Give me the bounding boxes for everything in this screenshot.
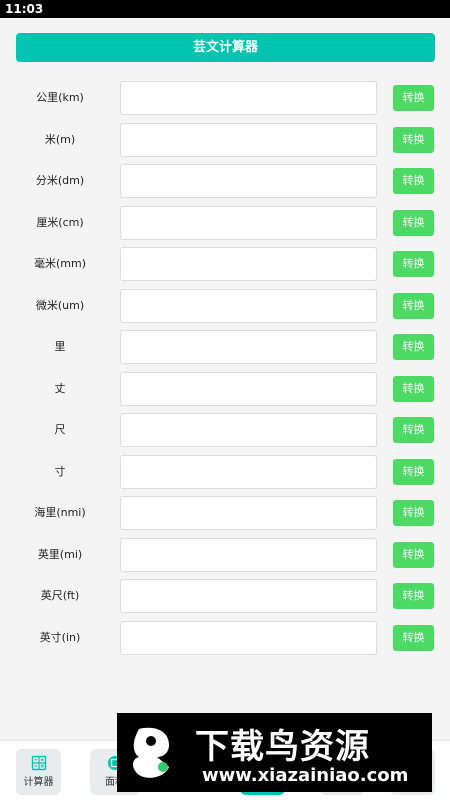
convert-button[interactable]: 转换 xyxy=(393,292,434,319)
unit-value-input[interactable] xyxy=(120,454,377,489)
convert-button[interactable]: 转换 xyxy=(393,500,434,526)
unit-row-chi: 尺 转换 xyxy=(0,413,450,455)
unit-value-input[interactable] xyxy=(120,164,377,198)
bird-logo-icon xyxy=(133,727,169,778)
unit-label: 海里(nmi) xyxy=(34,506,86,519)
unit-label: 尺 xyxy=(54,423,66,436)
convert-button[interactable]: 转换 xyxy=(393,251,434,277)
watermark-banner: 下载鸟资源 www.xiazainiao.com xyxy=(117,713,432,792)
convert-button[interactable]: 转换 xyxy=(393,417,434,443)
nav-tab-label: 计算器 xyxy=(23,777,54,788)
unit-label: 公里(km) xyxy=(36,91,84,104)
nav-tab-calculator[interactable]: 计算器 xyxy=(16,749,61,795)
unit-row-m: 米(m) 转换 xyxy=(0,122,450,165)
unit-row-um: 微米(um) 转换 xyxy=(0,288,450,331)
status-bar: 11:03 xyxy=(0,0,450,18)
convert-button[interactable]: 转换 xyxy=(393,209,434,236)
unit-label: 微米(um) xyxy=(35,298,85,312)
unit-value-input[interactable] xyxy=(120,288,377,323)
convert-button[interactable]: 转换 xyxy=(393,334,434,360)
convert-button[interactable]: 转换 xyxy=(393,85,434,111)
unit-row-nmi: 海里(nmi) 转换 xyxy=(0,496,450,538)
unit-row-cun: 寸 转换 xyxy=(0,454,450,497)
convert-button[interactable]: 转换 xyxy=(393,583,434,609)
unit-value-input[interactable] xyxy=(120,413,377,447)
unit-label: 分米(dm) xyxy=(35,174,85,187)
convert-button[interactable]: 转换 xyxy=(393,168,434,194)
unit-label: 英尺(ft) xyxy=(40,589,80,602)
calculator-icon xyxy=(31,755,46,771)
unit-value-input[interactable] xyxy=(120,496,377,530)
unit-row-zhang: 丈 转换 xyxy=(0,371,450,414)
unit-row-dm: 分米(dm) 转换 xyxy=(0,164,450,206)
unit-row-li: 里 转换 xyxy=(0,330,450,372)
unit-value-input[interactable] xyxy=(120,330,377,364)
unit-value-input[interactable] xyxy=(120,537,377,572)
unit-row-mi: 英里(mi) 转换 xyxy=(0,537,450,580)
convert-button[interactable]: 转换 xyxy=(393,126,434,153)
convert-button[interactable]: 转换 xyxy=(393,458,434,485)
unit-row-cm: 厘米(cm) 转换 xyxy=(0,205,450,248)
unit-value-input[interactable] xyxy=(120,620,377,655)
unit-label: 丈 xyxy=(54,381,66,395)
unit-label: 厘米(cm) xyxy=(36,215,84,229)
watermark-title: 下载鸟资源 xyxy=(195,727,370,767)
unit-value-input[interactable] xyxy=(120,371,377,406)
unit-row-km: 公里(km) 转换 xyxy=(0,81,450,123)
watermark-url: www.xiazainiao.com xyxy=(202,765,409,786)
convert-button[interactable]: 转换 xyxy=(393,541,434,568)
convert-button[interactable]: 转换 xyxy=(393,624,434,651)
unit-row-ft: 英尺(ft) 转换 xyxy=(0,579,450,621)
unit-label: 米(m) xyxy=(44,132,76,146)
unit-value-input[interactable] xyxy=(120,579,377,613)
unit-value-input[interactable] xyxy=(120,81,377,115)
unit-label: 毫米(mm) xyxy=(33,257,86,270)
unit-value-input[interactable] xyxy=(120,122,377,157)
app-title: 芸文计算器 xyxy=(192,40,258,55)
unit-row-mm: 毫米(mm) 转换 xyxy=(0,247,450,289)
unit-label: 英里(mi) xyxy=(37,547,83,561)
unit-label: 英寸(in) xyxy=(39,630,81,644)
unit-label: 里 xyxy=(54,340,66,353)
app-title-bar: 芸文计算器 xyxy=(16,33,435,62)
status-time: 11:03 xyxy=(5,2,44,16)
unit-conversion-list: 公里(km) 转换 米(m) 转换 分米(dm) 转换 厘米(cm) 转换 毫米… xyxy=(0,81,450,662)
unit-label: 寸 xyxy=(54,464,66,478)
unit-value-input[interactable] xyxy=(120,247,377,281)
unit-row-in: 英寸(in) 转换 xyxy=(0,620,450,663)
convert-button[interactable]: 转换 xyxy=(393,375,434,402)
unit-value-input[interactable] xyxy=(120,205,377,240)
